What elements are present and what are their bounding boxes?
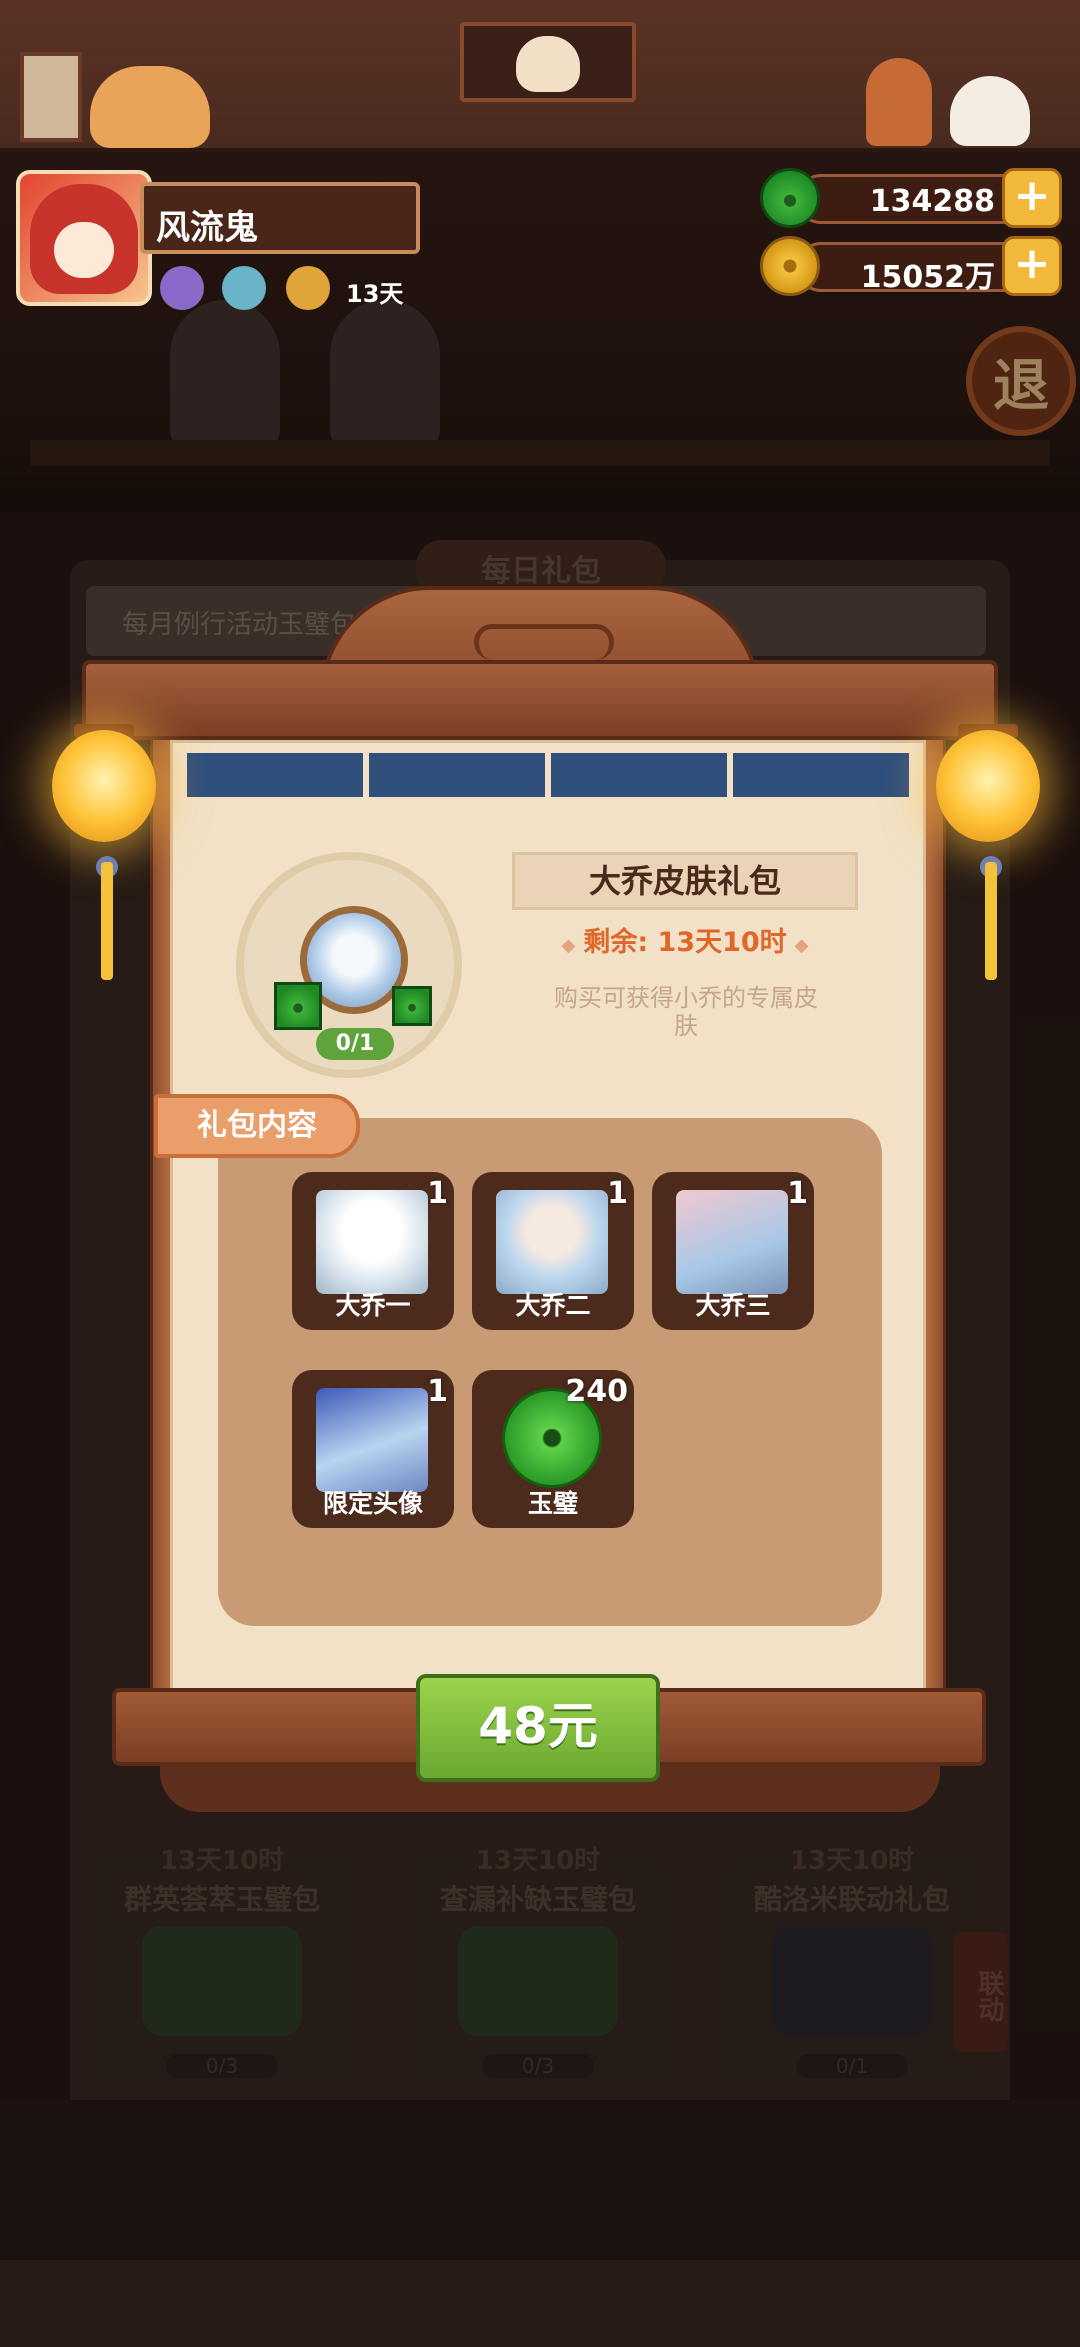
left-lantern-icon xyxy=(52,730,156,842)
remaining-text: 剩余: 13天10时 xyxy=(583,927,787,958)
buff-key-icon[interactable] xyxy=(286,266,330,310)
purchase-count: 0/1 xyxy=(316,1028,394,1060)
lantern-tassel xyxy=(101,862,113,980)
arch-swirl xyxy=(474,624,614,660)
buy-button[interactable]: 48元 xyxy=(416,1674,660,1782)
skin-icon xyxy=(316,1190,428,1294)
reward-qty: 1 xyxy=(427,1176,448,1211)
status-days: 13天 xyxy=(346,280,404,308)
coin-currency: 15052万 + xyxy=(760,236,1062,296)
reward-label: 玉璧 xyxy=(527,1489,578,1518)
jade-currency: 134288 + xyxy=(760,168,1062,228)
reward-label: 大乔二 xyxy=(515,1291,591,1320)
panel-stripe xyxy=(187,753,363,797)
gift-description: 购买可获得小乔的专属皮肤 xyxy=(554,984,818,1040)
lantern-tassel xyxy=(985,862,997,980)
gift-preview: 0/1 xyxy=(236,852,462,1078)
player-avatar[interactable] xyxy=(16,170,152,306)
diamond-icon: ◆ xyxy=(561,935,576,956)
paw-frame-icon xyxy=(20,52,82,142)
add-jade-button[interactable]: + xyxy=(1002,168,1062,228)
reward-label: 大乔三 xyxy=(695,1291,771,1320)
scholar-portrait-icon xyxy=(516,36,580,92)
avatar-frame-icon xyxy=(316,1388,428,1492)
reward-item[interactable]: 240 玉璧 xyxy=(472,1370,634,1528)
reward-qty: 1 xyxy=(427,1374,448,1409)
hanging-scroll xyxy=(460,22,636,102)
panel-stripe xyxy=(551,753,727,797)
jade-icon xyxy=(392,986,432,1026)
cabinet-top xyxy=(82,660,998,740)
skin-icon xyxy=(496,1190,608,1294)
cat-icon xyxy=(90,66,210,148)
buff-character-icon[interactable] xyxy=(160,266,204,310)
right-lantern-icon xyxy=(936,730,1040,842)
remaining-time: ◆ 剩余: 13天10时 ◆ xyxy=(512,920,858,959)
coin-icon xyxy=(760,236,820,296)
panel-stripe xyxy=(733,753,909,797)
white-cat-icon xyxy=(950,76,1030,146)
reward-item[interactable]: 1 大乔一 xyxy=(292,1172,454,1330)
reward-label: 限定头像 xyxy=(322,1489,423,1518)
gift-contents-label: 礼包内容 xyxy=(154,1094,360,1158)
reward-label: 大乔一 xyxy=(335,1291,411,1320)
panel-stripe xyxy=(369,753,545,797)
add-coin-button[interactable]: + xyxy=(1002,236,1062,296)
reward-item[interactable]: 1 大乔三 xyxy=(652,1172,814,1330)
reward-qty: 1 xyxy=(607,1176,628,1211)
reward-item[interactable]: 1 大乔二 xyxy=(472,1172,634,1330)
avatar-face xyxy=(54,222,114,278)
buff-crystal-icon[interactable] xyxy=(222,266,266,310)
boy-character-icon xyxy=(866,58,932,146)
gift-title: 大乔皮肤礼包 xyxy=(512,852,858,910)
diamond-icon: ◆ xyxy=(794,935,809,956)
skin-icon xyxy=(676,1190,788,1294)
reward-qty: 1 xyxy=(787,1176,808,1211)
player-name: 风流鬼 xyxy=(140,182,420,254)
reward-item[interactable]: 1 限定头像 xyxy=(292,1370,454,1528)
jade-icon xyxy=(760,168,820,228)
jade-icon xyxy=(274,982,322,1030)
top-decor-bar xyxy=(0,0,1080,152)
reward-qty: 240 xyxy=(565,1374,628,1409)
